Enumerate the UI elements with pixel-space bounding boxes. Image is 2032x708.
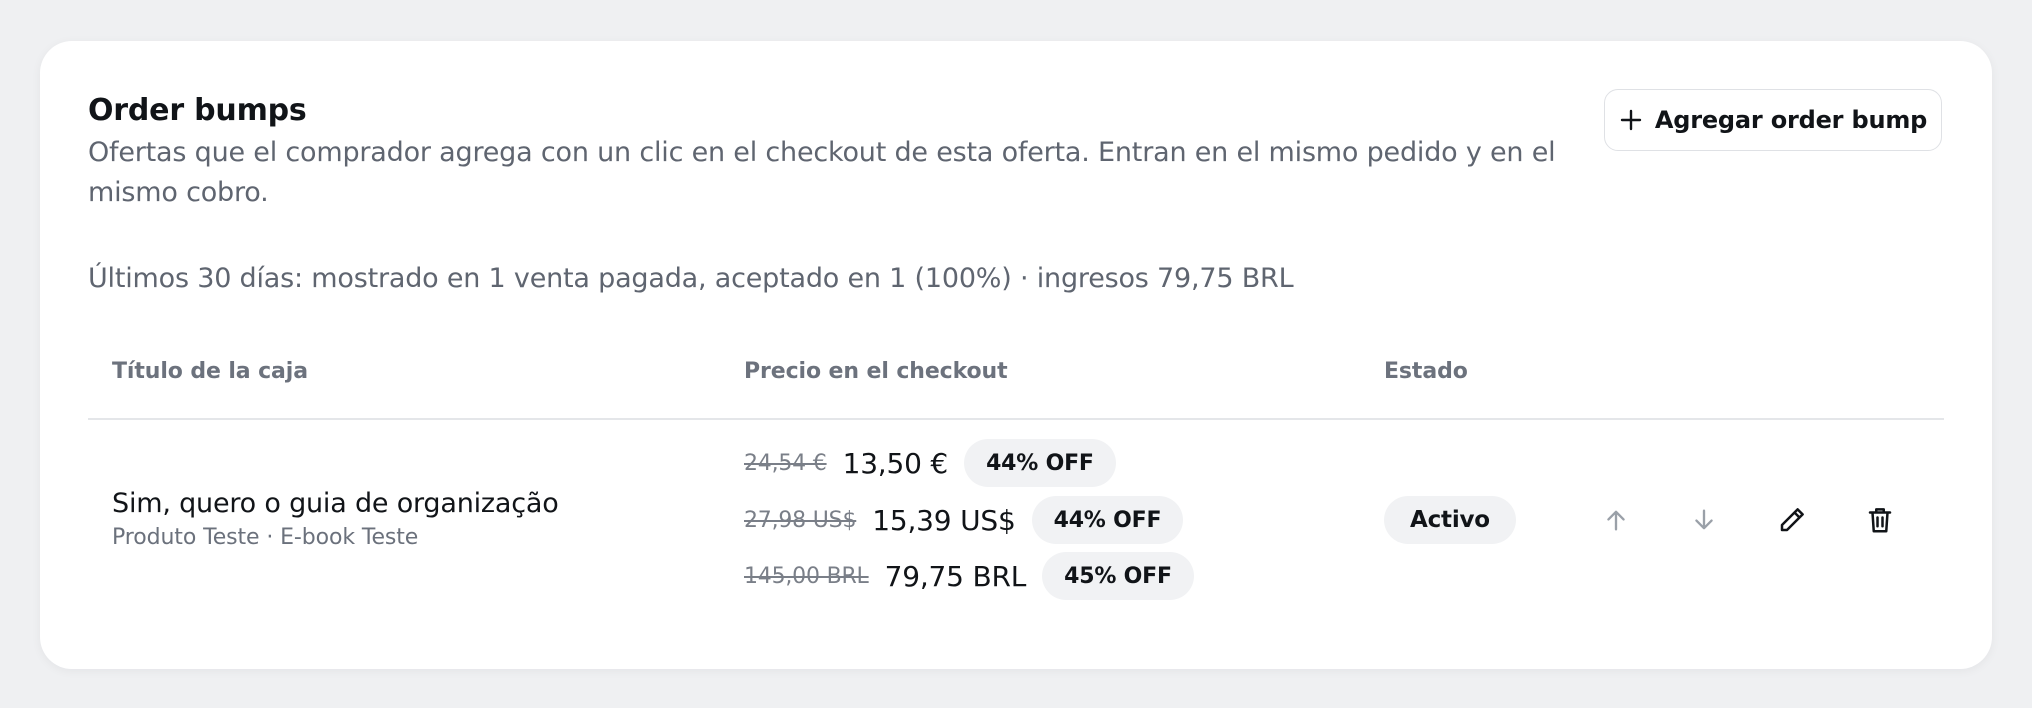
- discount-badge: 44% OFF: [964, 439, 1116, 487]
- plus-icon: [1620, 109, 1642, 131]
- table-header-divider: [88, 418, 1944, 420]
- price-discounted: 79,75 BRL: [884, 559, 1027, 593]
- discount-badge: 44% OFF: [1031, 496, 1184, 544]
- price-line-usd: 27,98 US$ 15,39 US$ 44% OFF: [744, 496, 1184, 544]
- arrow-up-icon: [1607, 510, 1625, 531]
- stats-summary: Últimos 30 días: mostrado en 1 venta pag…: [88, 263, 1294, 294]
- column-header-price: Precio en el checkout: [744, 359, 1008, 384]
- price-line-eur: 24,54 € 13,50 € 44% OFF: [744, 439, 1116, 487]
- section-description: Ofertas que el comprador agrega con un c…: [88, 137, 1556, 208]
- status-badge: Activo: [1384, 496, 1516, 544]
- arrow-down-icon: [1695, 509, 1713, 530]
- order-bumps-card: Order bumps Ofertas que el comprador agr…: [40, 41, 1992, 669]
- order-bump-subtitle: Produto Teste · E-book Teste: [112, 525, 419, 550]
- section-title: Order bumps: [88, 93, 307, 128]
- add-order-bump-label: Agregar order bump: [1654, 106, 1928, 134]
- trash-icon: [1868, 508, 1892, 533]
- pencil-icon: [1780, 508, 1804, 532]
- discount-badge: 45% OFF: [1042, 552, 1194, 600]
- add-order-bump-button[interactable]: Agregar order bump: [1604, 89, 1942, 151]
- delete-button[interactable]: [1856, 496, 1904, 544]
- move-up-button[interactable]: [1592, 496, 1640, 544]
- column-header-title: Título de la caja: [112, 359, 308, 384]
- price-original: 145,00 BRL: [744, 563, 869, 589]
- price-discounted: 15,39 US$: [872, 503, 1016, 537]
- edit-button[interactable]: [1768, 496, 1816, 544]
- price-line-brl: 145,00 BRL 79,75 BRL 45% OFF: [744, 552, 1194, 600]
- order-bump-title: Sim, quero o guia de organização: [112, 488, 559, 519]
- price-original: 24,54 €: [744, 450, 827, 476]
- move-down-button[interactable]: [1680, 496, 1728, 544]
- column-header-status: Estado: [1384, 359, 1468, 384]
- price-discounted: 13,50 €: [842, 446, 949, 480]
- price-original: 27,98 US$: [744, 507, 857, 533]
